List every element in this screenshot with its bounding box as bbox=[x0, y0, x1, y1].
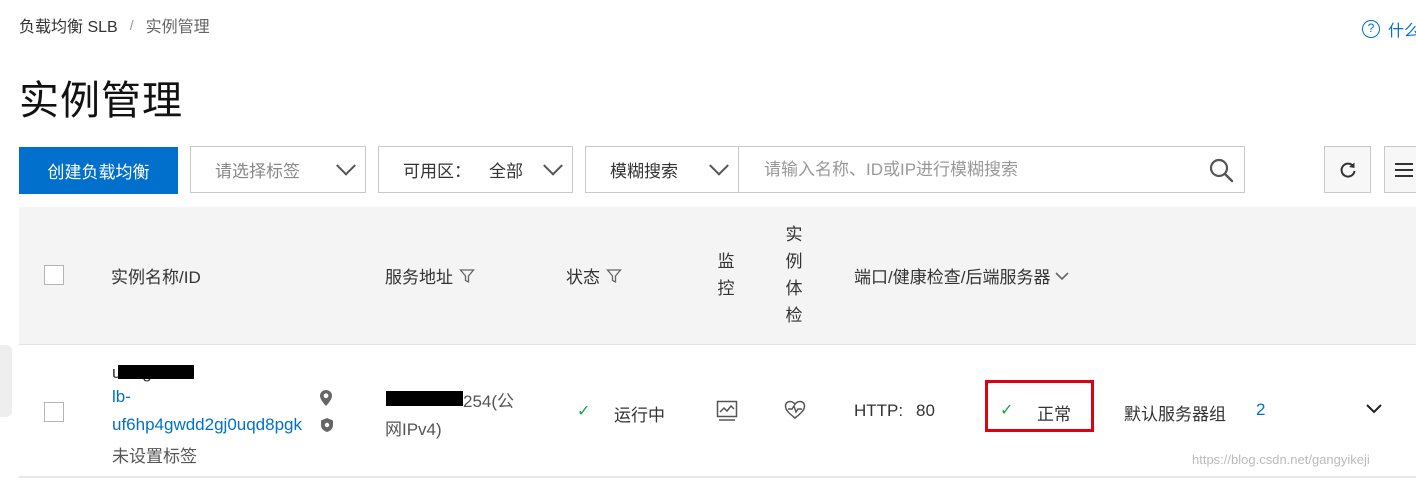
create-load-balancer-button[interactable]: 创建负载均衡 bbox=[19, 147, 178, 194]
header-monitor-char: 监 bbox=[717, 252, 735, 271]
chevron-down-icon bbox=[336, 155, 356, 176]
chevron-down-icon bbox=[1055, 271, 1070, 280]
page-title: 实例管理 bbox=[19, 79, 183, 123]
search-mode-label: 模糊搜索 bbox=[610, 162, 678, 181]
breadcrumb-separator: / bbox=[129, 17, 134, 33]
filter-icon[interactable] bbox=[459, 268, 475, 284]
side-collapse-tab[interactable] bbox=[0, 345, 12, 417]
page: 负载均衡 SLB / 实例管理 ? 什么 实例管理 创建负载均衡 请选择标签 可… bbox=[0, 0, 1416, 480]
search-icon[interactable] bbox=[1208, 157, 1234, 183]
location-pin-icon[interactable] bbox=[319, 389, 333, 407]
address-type-text: 网IPv4) bbox=[385, 420, 442, 439]
filter-icon[interactable] bbox=[606, 268, 622, 284]
header-monitor-char: 控 bbox=[717, 279, 735, 298]
listener-protocol: HTTP: bbox=[854, 401, 904, 420]
header-name-id: 实例名称/ID bbox=[111, 263, 201, 288]
tag-select-placeholder: 请选择标签 bbox=[215, 162, 300, 181]
tag-select[interactable]: 请选择标签 bbox=[190, 146, 366, 193]
header-port-health[interactable]: 端口/健康检查/后端服务器 bbox=[854, 263, 1070, 288]
header-status: 状态 bbox=[566, 263, 622, 288]
breadcrumb-root[interactable]: 负载均衡 SLB bbox=[19, 13, 118, 37]
chevron-down-icon bbox=[543, 155, 563, 176]
header-checkup: 实 例 体 检 bbox=[784, 221, 804, 329]
header-name-id-label: 实例名称/ID bbox=[111, 268, 201, 287]
expand-row-icon[interactable] bbox=[1365, 403, 1383, 415]
instance-id-link[interactable]: lb- bbox=[112, 387, 131, 407]
instance-id-link-line2[interactable]: uf6hp4gwdd2gj0uqd8pgk bbox=[112, 415, 302, 435]
header-status-label: 状态 bbox=[566, 268, 600, 287]
row-checkbox[interactable] bbox=[44, 402, 64, 422]
breadcrumb: 负载均衡 SLB / 实例管理 bbox=[19, 13, 210, 37]
search-mode-select[interactable]: 模糊搜索 bbox=[585, 146, 739, 193]
listener-port: 80 bbox=[916, 401, 935, 420]
zone-select[interactable]: 可用区： 全部 bbox=[378, 146, 573, 193]
refresh-icon bbox=[1340, 162, 1355, 178]
header-port-health-label: 端口/健康检查/后端服务器 bbox=[854, 268, 1051, 287]
column-settings-button[interactable] bbox=[1384, 146, 1416, 193]
monitor-icon[interactable] bbox=[716, 400, 738, 422]
table-header: 实例名称/ID 服务地址 状态 监 控 实 例 体 检 端口/健康检查/后端服务… bbox=[19, 207, 1416, 345]
list-icon bbox=[1395, 162, 1413, 177]
refresh-button[interactable] bbox=[1324, 146, 1371, 193]
redaction-bar bbox=[118, 365, 194, 379]
breadcrumb-current: 实例管理 bbox=[145, 19, 210, 36]
header-address: 服务地址 bbox=[385, 263, 475, 288]
header-checkup-char: 检 bbox=[785, 306, 803, 325]
select-all-checkbox[interactable] bbox=[44, 265, 64, 285]
header-monitor: 监 控 bbox=[716, 248, 736, 302]
check-icon: ✓ bbox=[577, 403, 591, 420]
server-group-name: 默认服务器组 bbox=[1124, 405, 1226, 424]
shield-icon[interactable] bbox=[320, 417, 334, 433]
help-link[interactable]: ? 什么 bbox=[1362, 17, 1416, 41]
header-checkup-char: 例 bbox=[785, 252, 803, 271]
chevron-down-icon bbox=[709, 155, 729, 176]
zone-select-label: 可用区： bbox=[403, 162, 471, 181]
zone-select-value: 全部 bbox=[489, 162, 523, 181]
heartbeat-icon[interactable] bbox=[784, 400, 806, 420]
annotation-highlight-box bbox=[985, 380, 1094, 432]
instance-tag-text: 未设置标签 bbox=[112, 447, 197, 466]
server-count-link[interactable]: 2 bbox=[1256, 400, 1265, 420]
header-checkup-char: 体 bbox=[785, 279, 803, 298]
search-input[interactable] bbox=[738, 146, 1245, 193]
header-checkup-char: 实 bbox=[785, 225, 803, 244]
watermark: https://blog.csdn.net/gangyikeji bbox=[1192, 452, 1370, 467]
redaction-bar bbox=[386, 391, 463, 406]
status-text: 运行中 bbox=[614, 406, 665, 425]
header-address-label: 服务地址 bbox=[385, 268, 453, 287]
help-icon: ? bbox=[1362, 20, 1380, 38]
address-text: 254(公 bbox=[463, 392, 515, 411]
help-text: 什么 bbox=[1388, 23, 1416, 40]
